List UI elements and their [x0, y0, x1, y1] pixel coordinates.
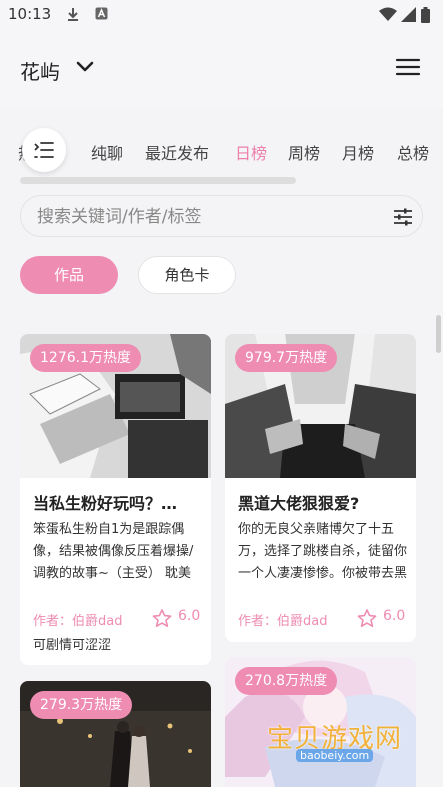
wifi-icon [379, 7, 397, 26]
tab-daily[interactable]: 日榜 [235, 140, 267, 164]
app-title[interactable]: 花屿 [20, 56, 60, 85]
work-card[interactable]: 1276.1万热度 当私生粉好玩吗？… 笨蛋私生粉自1为是跟踪偶像，结果被偶像反… [20, 334, 211, 665]
card-description: 你的无良父亲赌博欠了十五万，选择了跳楼自杀，徒留你一个人凄凄惨惨。你被带去黑道大… [238, 522, 408, 581]
heat-badge: 279.3万热度 [30, 691, 133, 719]
tab-chat[interactable]: 纯聊 [91, 140, 123, 164]
tab-total[interactable]: 总榜 [397, 140, 429, 164]
card-author[interactable]: 作者：伯爵dad [238, 610, 327, 629]
star-icon [357, 609, 377, 628]
tab-latest[interactable]: 最近发布 [145, 140, 209, 164]
chevron-down-icon[interactable] [74, 56, 96, 78]
category-list-button[interactable] [22, 128, 66, 172]
app-notification-icon [95, 7, 108, 24]
heat-badge: 270.8万热度 [235, 667, 338, 695]
card-title: 黑道大佬狠狠爱? [238, 494, 360, 513]
heat-badge: 1276.1万热度 [30, 344, 141, 372]
chip-works[interactable]: 作品 [20, 256, 118, 294]
tab-weekly[interactable]: 周榜 [288, 140, 320, 164]
tab-monthly[interactable]: 月榜 [342, 140, 374, 164]
download-icon [66, 7, 80, 25]
card-title: 当私生粉好玩吗？… [33, 494, 178, 513]
search-input[interactable] [37, 204, 377, 230]
card-author[interactable]: 作者：伯爵dad [33, 610, 122, 629]
card-description: 笨蛋私生粉自1为是跟踪偶像，结果被偶像反压着爆操/调教的故事~（主受） 耽美bl… [33, 522, 194, 581]
card-score: 6.0 [383, 608, 406, 624]
category-tabs: 热门 纯聊 最近发布 日榜 周榜 月榜 总榜 [0, 135, 443, 169]
signal-icon [401, 7, 416, 26]
watermark-url: baobeiy.com [296, 749, 374, 762]
main-content: 热门 纯聊 最近发布 日榜 周榜 月榜 总榜 作品 角色卡 [0, 108, 443, 787]
page-scrollbar[interactable] [436, 315, 441, 353]
menu-icon[interactable] [394, 56, 424, 80]
search-bar [20, 195, 423, 237]
work-card[interactable]: 979.7万热度 黑道大佬狠狠爱? 你的无良父亲赌博欠了十五万，选择了跳楼自杀，… [225, 334, 416, 642]
heat-badge: 979.7万热度 [235, 344, 338, 372]
battery-icon [421, 7, 430, 27]
list-icon [34, 142, 54, 158]
chip-role-cards[interactable]: 角色卡 [138, 256, 236, 294]
filter-icon[interactable] [391, 205, 415, 229]
app-header: 花屿 [0, 30, 443, 108]
card-score: 6.0 [178, 608, 201, 624]
work-card[interactable]: 279.3万热度 [20, 681, 211, 787]
tabs-scroll-indicator [20, 177, 296, 184]
status-time: 10:13 [8, 5, 52, 23]
card-tags: 可剧情可涩涩 [33, 638, 112, 653]
status-bar: 10:13 [0, 0, 443, 30]
star-icon [152, 609, 172, 628]
